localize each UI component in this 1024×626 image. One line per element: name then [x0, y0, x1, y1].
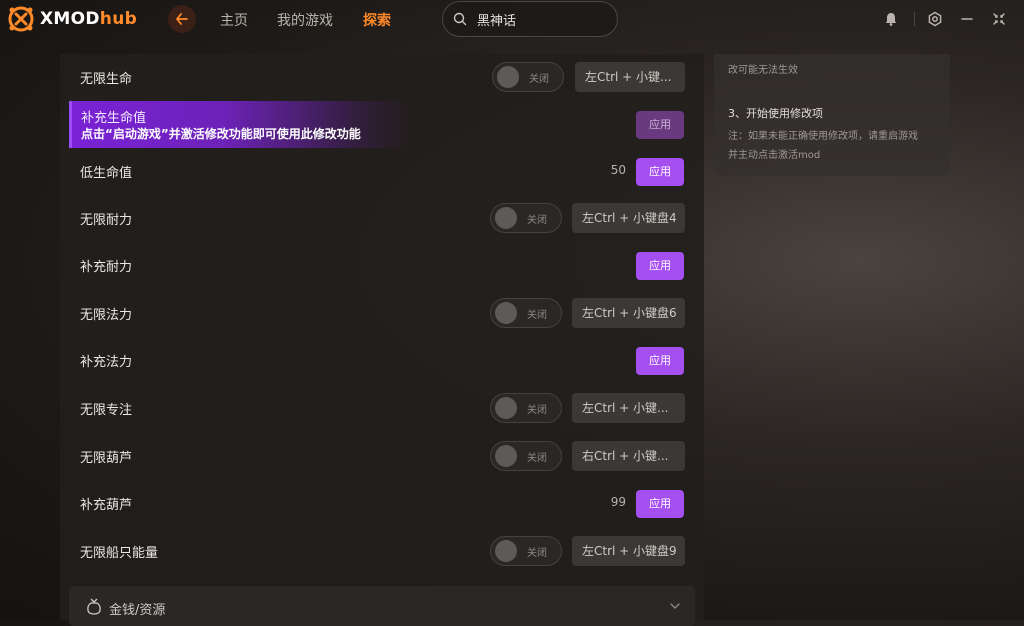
- apply-button[interactable]: 应用: [636, 111, 684, 139]
- hotkey-field[interactable]: 左Ctrl + 小键盘9: [572, 536, 685, 566]
- cheat-label: 补充耐力: [80, 260, 133, 275]
- cheat-label: 补充葫芦: [80, 498, 133, 513]
- hotkey-field[interactable]: 左Ctrl + 小键盘4: [572, 203, 685, 233]
- top-bar: XMODhub 主页 我的游戏 探索: [0, 0, 1024, 40]
- toggle-knob: [495, 207, 517, 229]
- window-controls-divider: [914, 12, 915, 26]
- cheat-label: 补充法力: [80, 355, 133, 370]
- apply-button[interactable]: 应用: [636, 490, 684, 518]
- nav-explore[interactable]: 探索: [363, 10, 391, 30]
- cheat-value: 50: [610, 163, 626, 177]
- toggle-knob: [495, 302, 517, 324]
- search-box[interactable]: [442, 1, 618, 37]
- collapse-icon: [993, 13, 1005, 25]
- hotkey-field[interactable]: 左Ctrl + 小键盘6: [572, 298, 685, 328]
- toggle-state: 关闭: [527, 453, 547, 464]
- cheat-value: 99: [610, 495, 626, 509]
- instruction-text: 改可能无法生效: [728, 65, 798, 76]
- chevron-down-icon: [670, 603, 680, 609]
- hotkey-field[interactable]: 左Ctrl + 小键...: [575, 62, 685, 92]
- hotkey-field[interactable]: 左Ctrl + 小键...: [572, 393, 685, 423]
- arrow-left-icon: [176, 13, 188, 25]
- category-label: 金钱/资源: [109, 603, 166, 618]
- cheat-label: 无限法力: [80, 308, 133, 323]
- toggle-knob: [495, 540, 517, 562]
- instruction-note: 并主动点击激活mod: [728, 150, 821, 161]
- cheat-row-infinite-health: 无限生命 关闭 左Ctrl + 小键...: [60, 54, 704, 100]
- usage-instructions-card: 改可能无法生效 3、开始使用修改项 注：如果未能正确使用修改项，请重启游戏 并主…: [714, 54, 950, 176]
- toggle-knob: [495, 397, 517, 419]
- cheat-label: 无限葫芦: [80, 451, 133, 466]
- back-button[interactable]: [168, 5, 196, 33]
- instruction-note: 注：如果未能正确使用修改项，请重启游戏: [728, 131, 918, 142]
- toggle-knob: [495, 445, 517, 467]
- toggle-knob: [497, 66, 519, 88]
- search-icon: [453, 12, 467, 26]
- search-input[interactable]: [475, 10, 599, 28]
- cheat-row-restore-gourd: 补充葫芦 99 应用: [60, 480, 704, 526]
- cheat-row-infinite-focus: 无限专注 关闭 左Ctrl + 小键...: [60, 385, 704, 431]
- cheat-row-infinite-boat-energy: 无限船只能量 关闭 左Ctrl + 小键盘9: [60, 528, 704, 574]
- cheat-row-restore-health: 应用: [60, 101, 704, 147]
- category-money-resources[interactable]: 金钱/资源: [69, 586, 695, 626]
- cheat-row-low-health: 低生命值 50 应用: [60, 148, 704, 194]
- apply-button[interactable]: 应用: [636, 252, 684, 280]
- cheat-label: 无限船只能量: [80, 546, 159, 561]
- cheat-toggle[interactable]: 关闭: [490, 298, 562, 328]
- cheat-toggle[interactable]: 关闭: [490, 203, 562, 233]
- toggle-state: 关闭: [527, 215, 547, 226]
- cheat-row-restore-stamina: 补充耐力 应用: [60, 242, 704, 288]
- cheat-label: 低生命值: [80, 166, 133, 181]
- cheat-label: 无限耐力: [80, 213, 133, 228]
- gear-icon: [928, 11, 942, 27]
- cheat-toggle[interactable]: 关闭: [492, 62, 564, 92]
- apply-button[interactable]: 应用: [636, 158, 684, 186]
- cheat-row-infinite-mana: 无限法力 关闭 左Ctrl + 小键盘6: [60, 290, 704, 336]
- minimize-button[interactable]: [958, 10, 976, 28]
- app-logo[interactable]: XMODhub: [8, 6, 137, 32]
- settings-button[interactable]: [926, 10, 944, 28]
- minimize-icon: [961, 18, 973, 20]
- instruction-step-heading: 3、开始使用修改项: [728, 107, 823, 120]
- nav-home[interactable]: 主页: [220, 10, 248, 30]
- bell-icon: [886, 13, 896, 26]
- toggle-state: 关闭: [527, 548, 547, 559]
- cheat-row-restore-mana: 补充法力 应用: [60, 337, 704, 383]
- apply-button[interactable]: 应用: [636, 347, 684, 375]
- hotkey-field[interactable]: 右Ctrl + 小键...: [572, 441, 685, 471]
- cheat-label: 无限生命: [80, 72, 133, 87]
- money-bag-icon: [87, 598, 101, 615]
- cheat-toggle[interactable]: 关闭: [490, 393, 562, 423]
- cheat-list-panel: 无限生命 关闭 左Ctrl + 小键... 补充生命值 点击“启动游戏”并激活修…: [60, 54, 704, 626]
- cheat-row-infinite-gourd: 无限葫芦 关闭 右Ctrl + 小键...: [60, 433, 704, 479]
- toggle-state: 关闭: [527, 405, 547, 416]
- cheat-row-infinite-stamina: 无限耐力 关闭 左Ctrl + 小键盘4: [60, 195, 704, 241]
- cheat-toggle[interactable]: 关闭: [490, 536, 562, 566]
- xmod-logo-icon: [8, 6, 34, 32]
- cheat-toggle[interactable]: 关闭: [490, 441, 562, 471]
- fullscreen-button[interactable]: [990, 10, 1008, 28]
- toggle-state: 关闭: [529, 74, 549, 85]
- notification-button[interactable]: [882, 10, 900, 28]
- brand-name: XMODhub: [40, 9, 138, 29]
- cheat-label: 无限专注: [80, 403, 133, 418]
- toggle-state: 关闭: [527, 310, 547, 321]
- nav-my-games[interactable]: 我的游戏: [277, 10, 333, 30]
